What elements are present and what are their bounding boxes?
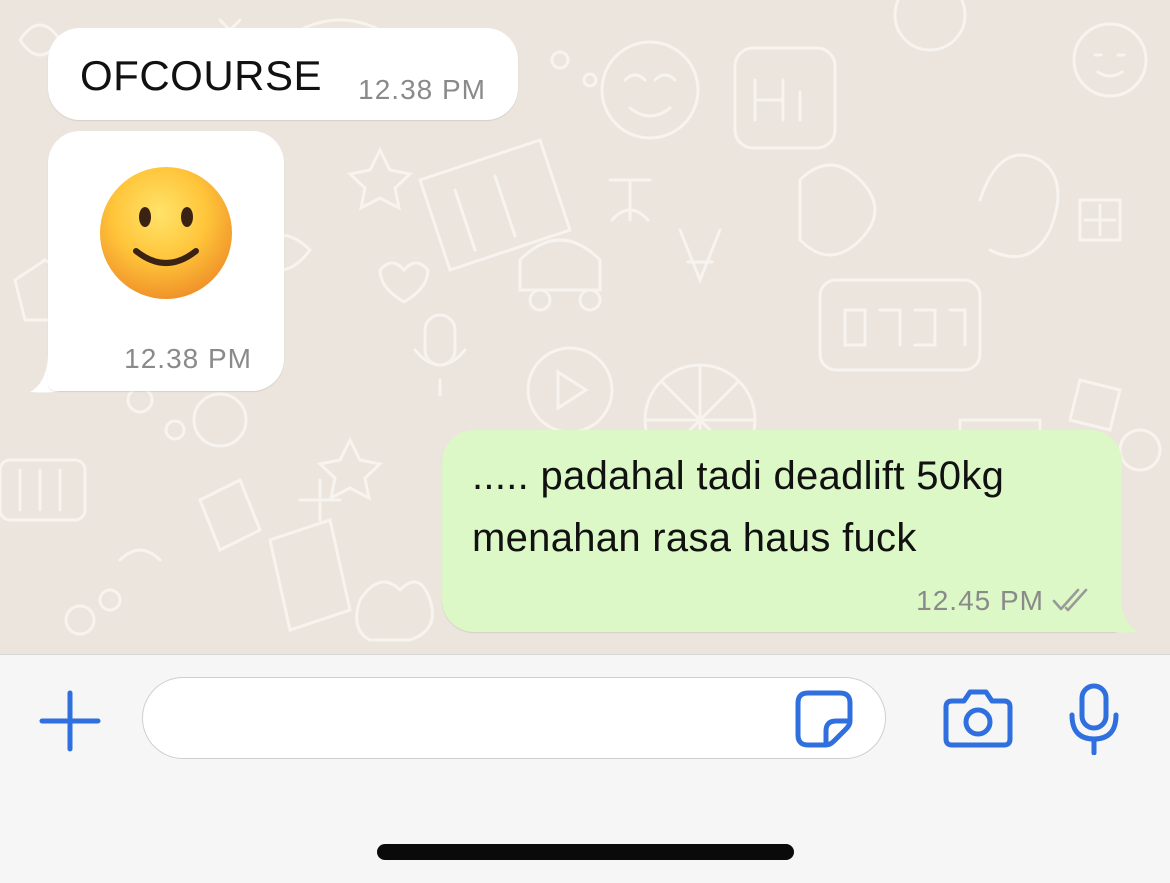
message-timestamp: 12.45 PM (916, 585, 1044, 616)
sticker-icon (795, 690, 853, 748)
outgoing-message-bubble[interactable]: ..... padahal tadi deadlift 50kg menahan… (442, 430, 1122, 632)
message-text: OFCOURSE (80, 52, 323, 99)
message-text-line: menahan rasa haus fuck (472, 516, 917, 560)
incoming-message-bubble[interactable]: OFCOURSE 12.38 PM (48, 28, 518, 120)
voice-record-button[interactable] (1064, 681, 1124, 757)
sticker-button[interactable] (792, 688, 856, 750)
home-indicator[interactable] (377, 844, 794, 860)
camera-button[interactable] (940, 685, 1016, 751)
outgoing-bubble-tail (1096, 592, 1138, 633)
incoming-emoji-message-bubble[interactable]: 12.38 PM (48, 131, 284, 391)
chat-message-area[interactable]: OFCOURSE 12.38 PM 12.38 PM ..... padahal… (0, 0, 1170, 654)
chat-screen: OFCOURSE 12.38 PM 12.38 PM ..... padahal… (0, 0, 1170, 883)
message-input[interactable] (142, 677, 886, 759)
slightly-smiling-face-emoji (100, 167, 232, 299)
plus-icon (39, 690, 101, 752)
message-text-line: ..... padahal tadi deadlift 50kg (472, 454, 1005, 498)
message-timestamp: 12.38 PM (124, 343, 252, 374)
message-timestamp: 12.38 PM (358, 74, 486, 105)
microphone-icon (1069, 683, 1119, 755)
attach-button[interactable] (36, 687, 104, 755)
double-check-icon (1052, 588, 1088, 612)
camera-icon (943, 689, 1013, 748)
